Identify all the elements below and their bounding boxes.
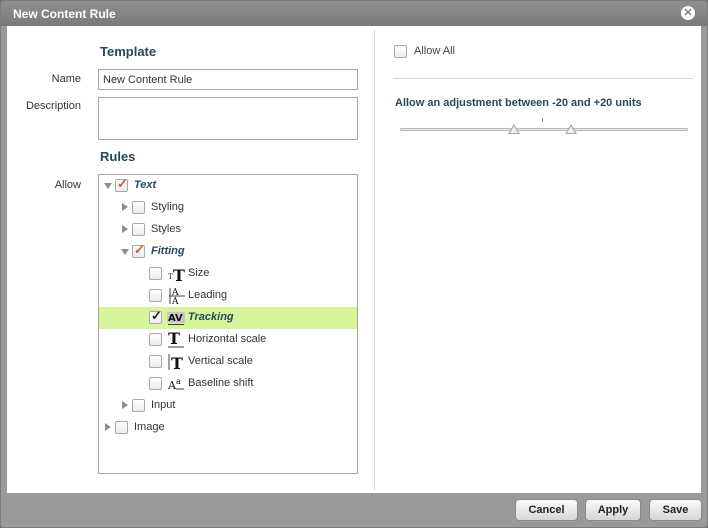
tree-item-label: Text xyxy=(134,179,157,191)
slider-center-tick xyxy=(542,118,543,122)
tree-item-size[interactable]: T T Size xyxy=(99,263,357,285)
input-checkbox[interactable] xyxy=(132,399,145,412)
svg-text:a: a xyxy=(176,377,181,386)
tree-item-label: Vertical scale xyxy=(188,355,253,367)
chevron-right-icon[interactable] xyxy=(122,203,128,211)
save-button[interactable]: Save xyxy=(649,499,702,521)
tree-item-baseline-shift[interactable]: A a Baseline shift xyxy=(99,373,357,395)
cancel-button[interactable]: Cancel xyxy=(515,499,578,521)
horizontal-scale-checkbox[interactable] xyxy=(149,333,162,346)
tree-item-tracking[interactable]: ✓ AV Tracking xyxy=(99,307,357,329)
allow-label: Allow xyxy=(54,179,81,191)
name-input[interactable] xyxy=(98,69,358,90)
adjustment-slider-track[interactable] xyxy=(400,128,688,131)
tree-item-horizontal-scale[interactable]: T Horizontal scale xyxy=(99,329,357,351)
tree-item-label: Image xyxy=(134,421,165,433)
image-checkbox[interactable] xyxy=(115,421,128,434)
vertical-scale-icon: T xyxy=(168,354,183,371)
tree-item-styling[interactable]: Styling xyxy=(99,197,357,219)
chevron-right-icon[interactable] xyxy=(122,225,128,233)
styling-checkbox[interactable] xyxy=(132,201,145,214)
svg-text:A: A xyxy=(171,297,179,305)
tree-item-label: Horizontal scale xyxy=(188,333,267,345)
template-section-title: Template xyxy=(100,44,157,59)
type-size-icon: T T xyxy=(168,266,185,283)
tree-item-vertical-scale[interactable]: T Vertical scale xyxy=(99,351,357,373)
tree-item-label: Baseline shift xyxy=(188,377,254,389)
svg-text:AV: AV xyxy=(168,313,183,324)
tree-item-fitting[interactable]: ✓ Fitting xyxy=(99,241,357,263)
leading-checkbox[interactable] xyxy=(149,289,162,302)
size-checkbox[interactable] xyxy=(149,267,162,280)
name-label: Name xyxy=(51,73,81,85)
description-label: Description xyxy=(25,100,81,112)
chevron-down-icon[interactable] xyxy=(121,249,129,255)
leading-icon: A A xyxy=(169,288,185,305)
svg-text:T: T xyxy=(168,331,180,348)
tracking-checkbox[interactable]: ✓ xyxy=(149,308,162,324)
tree-item-styles[interactable]: Styles xyxy=(99,219,357,241)
tree-item-image[interactable]: Image xyxy=(99,417,357,439)
vertical-scale-checkbox[interactable] xyxy=(149,355,162,368)
baseline-shift-checkbox[interactable] xyxy=(149,377,162,390)
tree-item-label: Fitting xyxy=(151,245,185,257)
allow-all-checkbox[interactable] xyxy=(394,45,407,58)
fitting-checkbox[interactable]: ✓ xyxy=(132,242,145,258)
baseline-shift-icon: A a xyxy=(167,377,184,392)
description-field[interactable] xyxy=(98,97,358,140)
tree-item-label: Size xyxy=(188,267,210,279)
text-checkbox[interactable]: ✓ xyxy=(115,176,128,192)
tree-item-label: Input xyxy=(151,399,176,411)
slider-min-thumb[interactable] xyxy=(508,124,520,134)
adjustment-description: Allow an adjustment between -20 and +20 … xyxy=(395,97,642,109)
check-icon: ✓ xyxy=(117,176,128,191)
pane-divider xyxy=(374,30,375,490)
apply-button[interactable]: Apply xyxy=(585,499,641,521)
dialog-body: Template Name Description Rules Allow ✓ … xyxy=(7,26,701,493)
tracking-icon: AV xyxy=(167,312,185,325)
tree-item-label: Styles xyxy=(151,223,181,235)
svg-text:T: T xyxy=(173,266,185,283)
tree-item-label: Tracking xyxy=(188,311,234,323)
allow-all-label: Allow All xyxy=(414,45,455,57)
section-divider xyxy=(393,78,693,79)
chevron-right-icon[interactable] xyxy=(122,401,128,409)
chevron-right-icon[interactable] xyxy=(105,423,111,431)
check-icon: ✓ xyxy=(134,242,145,257)
tree-item-label: Styling xyxy=(151,201,185,213)
slider-max-thumb[interactable] xyxy=(565,124,577,134)
svg-text:T: T xyxy=(171,354,183,371)
tree-item-text[interactable]: ✓ Text xyxy=(99,175,357,197)
tree-item-leading[interactable]: A A Leading xyxy=(99,285,357,307)
dialog-title: New Content Rule xyxy=(13,7,116,21)
tree-item-input[interactable]: Input xyxy=(99,395,357,417)
rules-tree: ✓ Text Styling Styles ✓ Fitting T T Size… xyxy=(98,174,358,474)
chevron-down-icon[interactable] xyxy=(104,183,112,189)
close-icon[interactable]: ✕ xyxy=(681,6,695,20)
styles-checkbox[interactable] xyxy=(132,223,145,236)
rules-section-title: Rules xyxy=(100,149,136,164)
new-content-rule-dialog: New Content Rule ✕ Template Name Descrip… xyxy=(0,0,708,528)
check-icon: ✓ xyxy=(151,308,162,323)
tree-item-label: Leading xyxy=(188,289,228,301)
horizontal-scale-icon: T xyxy=(168,331,184,348)
dialog-titlebar: New Content Rule ✕ xyxy=(1,1,707,26)
